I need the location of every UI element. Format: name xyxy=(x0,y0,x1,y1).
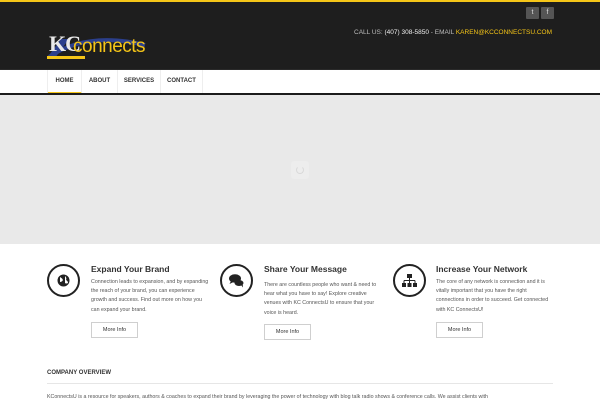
nav-item-services[interactable]: SERVICES xyxy=(118,70,161,94)
phone-number[interactable]: (407) 308-5850 xyxy=(385,29,429,36)
network-icon xyxy=(393,264,426,297)
more-info-button[interactable]: More Info xyxy=(436,322,483,338)
facebook-icon[interactable]: f xyxy=(541,7,554,19)
nav-divider xyxy=(47,70,48,94)
feature-title: Share Your Message xyxy=(264,264,347,274)
feature-text: There are countless people who want & ne… xyxy=(264,282,377,316)
twitter-icon[interactable]: t xyxy=(526,7,539,19)
more-info-button[interactable]: More Info xyxy=(264,324,311,340)
feature-text: The core of any network is connection an… xyxy=(436,279,549,313)
email-link[interactable]: KAREN@KCCONNECTSU.COM xyxy=(456,29,552,36)
call-label: CALL US: xyxy=(354,29,383,36)
logo-connects-text: connects xyxy=(73,36,146,57)
feature-title: Expand Your Brand xyxy=(91,264,170,274)
loading-spinner-icon xyxy=(291,161,309,179)
site-logo[interactable]: KC connects xyxy=(47,31,152,61)
overview-divider xyxy=(47,383,553,384)
chat-bubbles-icon xyxy=(220,264,253,297)
feature-text: Connection leads to expansion, and by ex… xyxy=(91,279,209,313)
logo-underline xyxy=(47,56,85,59)
email-label: - EMAIL xyxy=(430,29,456,36)
nav-item-about[interactable]: ABOUT xyxy=(82,70,118,94)
globe-icon xyxy=(47,264,80,297)
feature-title: Increase Your Network xyxy=(436,264,528,274)
more-info-button[interactable]: More Info xyxy=(91,322,138,338)
company-overview-text: KConnectsU is a resource for speakers, a… xyxy=(47,394,488,400)
main-nav: HOME ABOUT SERVICES CONTACT xyxy=(0,70,600,94)
company-overview-heading: COMPANY OVERVIEW xyxy=(47,370,112,376)
site-header: t f KC connects CALL US: (407) 308-5850 … xyxy=(0,2,600,70)
contact-info: CALL US: (407) 308-5850 - EMAIL KAREN@KC… xyxy=(354,29,552,36)
nav-item-contact[interactable]: CONTACT xyxy=(161,70,203,94)
nav-item-home[interactable]: HOME xyxy=(48,70,82,94)
